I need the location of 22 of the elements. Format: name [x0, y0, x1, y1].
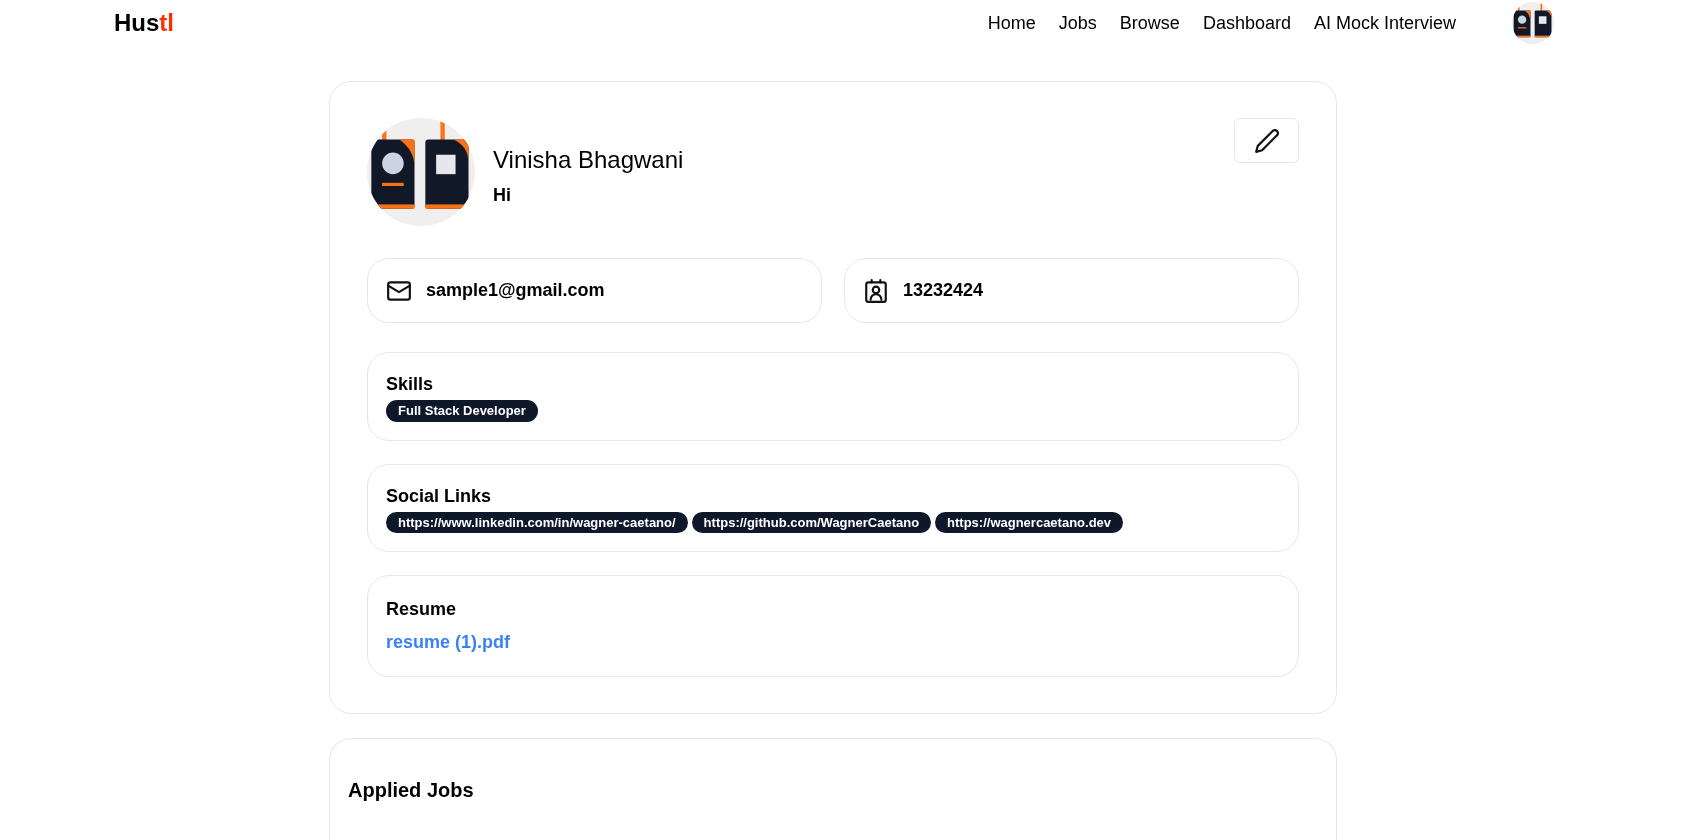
nav-link[interactable]: AI Mock Interview — [1313, 9, 1456, 37]
edit-button[interactable] — [1234, 118, 1299, 163]
nav-link[interactable]: Jobs — [1058, 9, 1097, 37]
section-title: Social Links — [386, 484, 493, 508]
logo[interactable]: Hustl — [114, 5, 174, 41]
contact-icon — [863, 277, 889, 304]
contact-value: sample1@gmail.com — [426, 279, 605, 302]
section-title: Skills — [386, 373, 435, 396]
tag: https://github.com/WagnerCaetano — [691, 511, 932, 533]
resume-link[interactable]: resume (1).pdf — [386, 629, 511, 656]
tag: https://wagnercaetano.dev — [935, 511, 1124, 533]
profile-bio: Hi — [493, 184, 512, 207]
nav-link[interactable]: Dashboard — [1202, 9, 1291, 37]
section-title: Applied Jobs — [348, 779, 474, 801]
contact-value: 13232424 — [903, 279, 984, 302]
section-title: Resume — [386, 598, 458, 621]
nav-link[interactable]: Browse — [1119, 9, 1180, 37]
tag: https://www.linkedin.com/in/wagner-caetano/ — [386, 511, 688, 533]
profile-name: Vinisha Bhagwani — [493, 145, 684, 175]
tag: Full Stack Developer — [386, 400, 538, 422]
nav-link[interactable]: Home — [987, 9, 1036, 37]
pencil-icon — [1253, 127, 1280, 154]
